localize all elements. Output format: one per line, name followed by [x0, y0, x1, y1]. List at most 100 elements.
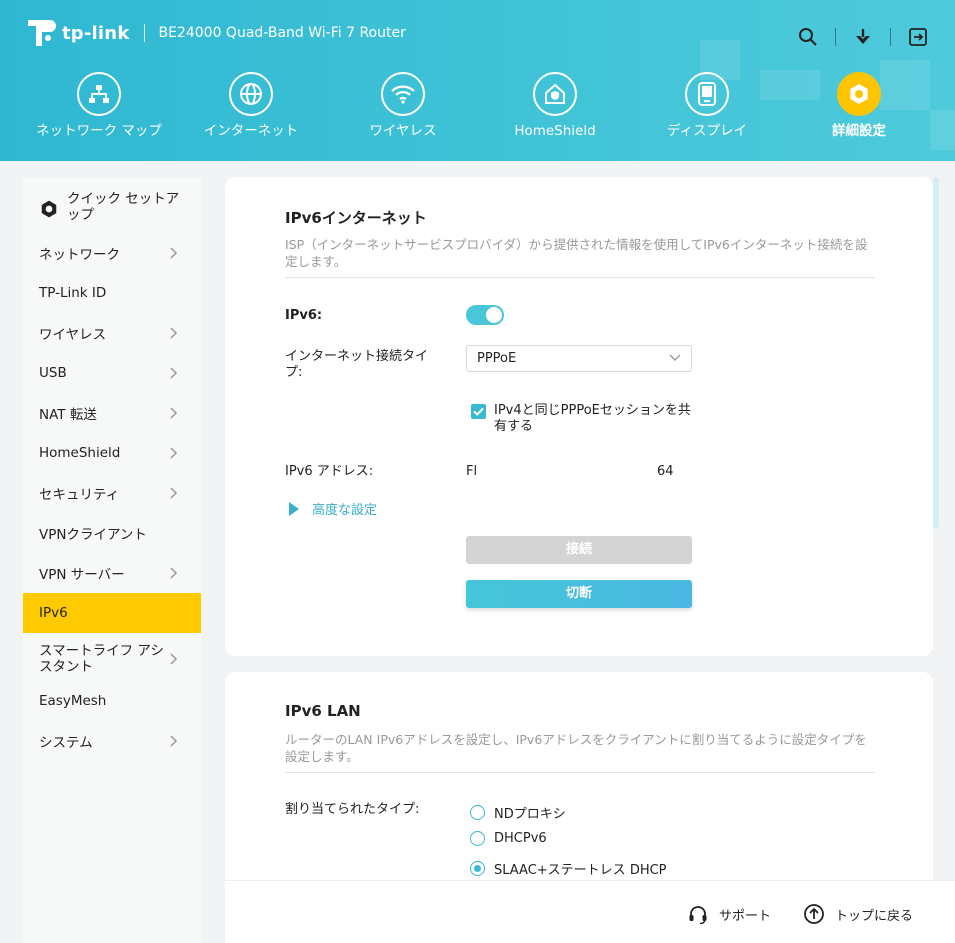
sidebar-item-wireless[interactable]: ワイヤレス: [23, 317, 201, 349]
sidebar-item-label: VPNクライアント: [39, 527, 147, 543]
globe-icon: [229, 72, 273, 116]
chevron-right-icon: [170, 327, 178, 339]
connect-button[interactable]: 接続: [466, 536, 692, 564]
radio-dhcpv6[interactable]: DHCPv6: [470, 831, 547, 846]
conn-type-value: PPPoE: [477, 351, 517, 366]
sidebar-item-vpn-client[interactable]: VPNクライアント: [23, 517, 201, 549]
chevron-right-icon: [170, 487, 178, 499]
card-title: IPv6 LAN: [285, 702, 361, 720]
sidebar-item-label: セキュリティ: [39, 487, 120, 503]
sidebar-item-smart-life[interactable]: スマートライフ アシスタント: [23, 639, 201, 679]
arrow-up-circle-icon: [804, 904, 824, 924]
sidebar-item-vpn-server[interactable]: VPN サーバー: [23, 557, 201, 589]
chevron-right-icon: [170, 447, 178, 459]
nav-label: 詳細設定: [832, 123, 886, 139]
radio-nd-proxy[interactable]: NDプロキシ: [470, 803, 566, 822]
radio-label: DHCPv6: [494, 831, 547, 846]
chevron-right-icon: [170, 407, 178, 419]
nav-label: ディスプレイ: [666, 123, 748, 139]
nav-label: ネットワーク マップ: [36, 123, 162, 139]
download-icon[interactable]: [852, 26, 874, 48]
radio-button[interactable]: [470, 831, 485, 846]
nav-label: ワイヤレス: [369, 123, 437, 139]
sidebar-item-label: VPN サーバー: [39, 567, 125, 583]
ipv6-internet-card: IPv6インターネット ISP（インターネットサービスプロバイダ）から提供された…: [225, 177, 933, 656]
chevron-right-icon: [170, 247, 178, 259]
nav-network-map[interactable]: ネットワーク マップ: [23, 72, 175, 161]
gear-icon: [39, 199, 59, 223]
sidebar-item-ipv6[interactable]: IPv6: [23, 593, 201, 633]
router-model: BE24000 Quad-Band Wi-Fi 7 Router: [158, 25, 406, 41]
sidebar-item-security[interactable]: セキュリティ: [23, 477, 201, 509]
card-description: ルーターのLAN IPv6アドレスを設定し、IPv6アドレスをクライアントに割り…: [285, 732, 867, 764]
sidebar-item-nat[interactable]: NAT 転送: [23, 397, 201, 429]
conn-type-select[interactable]: PPPoE: [466, 345, 692, 372]
divider: [285, 772, 875, 773]
sidebar-item-label: ワイヤレス: [39, 327, 107, 343]
advanced-settings-label: 高度な設定: [312, 503, 378, 518]
share-session-label: IPv4と同じPPPoEセッションを共有する: [494, 403, 691, 434]
footer: サポート トップに戻る: [225, 880, 955, 943]
chevron-right-icon: [170, 653, 178, 665]
action-separator: [890, 28, 891, 46]
sidebar-item-label: HomeShield: [39, 445, 121, 461]
sidebar-item-label: スマートライフ アシスタント: [39, 643, 164, 675]
disconnect-button[interactable]: 切断: [466, 580, 692, 608]
toggle-knob: [486, 307, 502, 323]
advanced-settings-toggle[interactable]: 高度な設定: [289, 499, 377, 518]
assign-type-label: 割り当てられたタイプ:: [285, 802, 420, 817]
nav-wireless[interactable]: ワイヤレス: [327, 72, 479, 161]
radio-button[interactable]: [470, 805, 485, 820]
support-label: サポート: [719, 908, 772, 924]
support-link[interactable]: サポート: [687, 903, 771, 925]
radio-button[interactable]: [470, 861, 485, 876]
chevron-right-icon: [170, 567, 178, 579]
check-icon: [473, 407, 484, 416]
brand-name: tp-link: [62, 22, 130, 44]
card-title: IPv6インターネット: [285, 209, 427, 227]
headset-icon: [689, 906, 707, 925]
sidebar-item-label: NAT 転送: [39, 407, 97, 423]
nav-display[interactable]: ディスプレイ: [631, 72, 783, 161]
ipv6-address-suffix: 64: [657, 464, 674, 479]
divider: [285, 277, 875, 278]
nav-label: インターネット: [203, 123, 299, 139]
nav-label: HomeShield: [514, 123, 596, 139]
nav-homeshield[interactable]: HomeShield: [479, 72, 631, 161]
action-separator: [835, 28, 836, 46]
nav-internet[interactable]: インターネット: [175, 72, 327, 161]
sidebar-item-easymesh[interactable]: EasyMesh: [23, 685, 201, 717]
nav-advanced[interactable]: 詳細設定: [783, 72, 935, 161]
sidebar-item-label: EasyMesh: [39, 693, 107, 709]
search-icon[interactable]: [797, 26, 819, 48]
sidebar-item-tplink-id[interactable]: TP-Link ID: [23, 277, 201, 309]
top-actions: [797, 26, 929, 48]
ipv6-toggle[interactable]: [466, 305, 504, 325]
sidebar-item-label: ネットワーク: [39, 247, 120, 263]
sidebar-item-system[interactable]: システム: [23, 725, 201, 757]
sidebar-item-label: システム: [39, 735, 93, 751]
card-description: ISP（インターネットサービスプロバイダ）から提供された情報を使用してIPv6イ…: [285, 237, 868, 269]
scrollbar[interactable]: [933, 177, 939, 529]
logout-icon[interactable]: [907, 26, 929, 48]
share-session-checkbox[interactable]: [471, 404, 486, 419]
chevron-right-icon: [170, 367, 178, 379]
quick-setup[interactable]: クイック セットアップ: [39, 191, 187, 223]
sidebar-item-label: IPv6: [39, 605, 68, 621]
sidebar: クイック セットアップ ネットワーク TP-Link ID ワイヤレス USB …: [23, 177, 201, 943]
back-to-top-label: トップに戻る: [835, 908, 914, 924]
sidebar-item-homeshield[interactable]: HomeShield: [23, 437, 201, 469]
radio-slaac[interactable]: SLAAC+ステートレス DHCP: [470, 859, 667, 878]
back-to-top-link[interactable]: トップに戻る: [803, 903, 913, 925]
sidebar-item-usb[interactable]: USB: [23, 357, 201, 389]
tp-link-logo-icon: [22, 16, 56, 50]
quick-setup-label: クイック セットアップ: [67, 191, 180, 223]
conn-type-label: インターネット接続タイプ:: [285, 349, 429, 380]
sidebar-item-network[interactable]: ネットワーク: [23, 237, 201, 269]
ipv6-address-label: IPv6 アドレス:: [285, 464, 374, 479]
brand: tp-link BE24000 Quad-Band Wi-Fi 7 Router: [22, 16, 406, 50]
brand-separator: [143, 24, 145, 42]
display-icon: [685, 72, 729, 116]
ipv6-address-prefix: Fl: [466, 464, 478, 479]
wifi-icon: [381, 72, 425, 116]
